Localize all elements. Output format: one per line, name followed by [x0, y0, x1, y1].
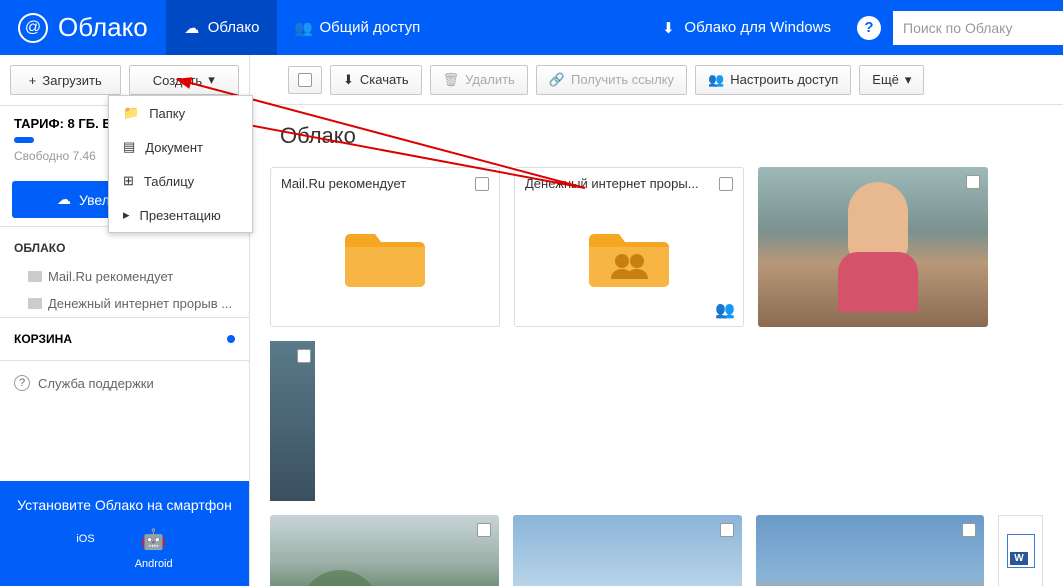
folder-card-money[interactable]: Денежный интернет проры... 👥: [514, 167, 744, 327]
card-checkbox[interactable]: [962, 523, 976, 537]
select-all-checkbox[interactable]: [288, 66, 322, 94]
download-label: Облако для Windows: [684, 19, 831, 36]
photo-thumbnail[interactable]: [270, 515, 499, 586]
tab-cloud[interactable]: ☁ Облако: [166, 0, 278, 55]
people-icon: 👥: [708, 72, 724, 88]
caret-down-icon: ▾: [905, 72, 912, 88]
breadcrumb: Облако: [250, 105, 1063, 167]
cloud-icon: ☁: [57, 191, 71, 208]
android-label: Android: [135, 558, 173, 570]
people-icon: 👥: [295, 20, 311, 36]
presentation-icon: ▸: [123, 207, 130, 223]
promo-title: Установите Облако на смартфон: [16, 497, 233, 513]
support-link[interactable]: ? Служба поддержки: [0, 360, 249, 405]
main-toolbar: ⬇ Скачать 🗑 Удалить 🔗 Получить ссылку 👥 Наст…: [270, 55, 1063, 105]
shared-badge-icon: 👥: [715, 300, 735, 320]
configure-access-button[interactable]: 👥 Настроить доступ: [695, 65, 851, 95]
dd-label: Презентацию: [140, 208, 221, 223]
caret-down-icon: ▾: [208, 72, 215, 88]
create-presentation-item[interactable]: ▸ Презентацию: [109, 198, 252, 232]
card-title: Денежный интернет проры...: [525, 176, 699, 191]
card-checkbox[interactable]: [297, 349, 311, 363]
question-circle-icon: ?: [14, 375, 30, 391]
tab-shared[interactable]: 👥 Общий доступ: [277, 0, 438, 55]
folder-icon: [28, 271, 42, 282]
photo-thumbnail[interactable]: [756, 515, 985, 586]
photo-thumbnail[interactable]: [513, 515, 742, 586]
btn-label: Ещё: [872, 72, 899, 87]
download-icon: ⬇: [343, 72, 354, 88]
create-button[interactable]: Создать ▾: [129, 65, 240, 95]
cloud-icon: ☁: [184, 20, 200, 36]
create-dropdown: 📁 Папку ▤ Документ ⊞ Таблицу ▸ Презентацию: [108, 95, 253, 233]
folder-icon: 📁: [123, 105, 139, 121]
shared-folder-icon: [589, 219, 669, 289]
folder-icon: [345, 219, 425, 289]
download-windows-link[interactable]: ⬇ Облако для Windows: [646, 19, 845, 36]
android-icon: 🤖: [141, 527, 166, 552]
photo-thumbnail[interactable]: [758, 167, 988, 327]
ios-label: iOS: [76, 533, 94, 545]
photo-thumbnail-partial[interactable]: [270, 341, 315, 501]
card-checkbox[interactable]: [966, 175, 980, 189]
card-checkbox[interactable]: [477, 523, 491, 537]
help-icon[interactable]: ?: [857, 16, 881, 40]
card-title: Mail.Ru рекомендует: [281, 176, 406, 191]
tree-label: Mail.Ru рекомендует: [48, 269, 173, 284]
card-checkbox[interactable]: [475, 177, 489, 191]
support-label: Служба поддержки: [38, 376, 154, 391]
search-placeholder: Поиск по Облаку: [903, 20, 1012, 36]
btn-label: Скачать: [360, 72, 409, 87]
logo[interactable]: @ Облако: [0, 12, 166, 43]
card-checkbox[interactable]: [720, 523, 734, 537]
brand-text: Облако: [58, 12, 148, 43]
table-icon: ⊞: [123, 173, 134, 189]
mobile-promo: Установите Облако на смартфон iOS 🤖 Andr…: [0, 481, 249, 586]
download-button[interactable]: ⬇ Скачать: [330, 65, 422, 95]
folder-icon: [28, 298, 42, 309]
storage-progress: [14, 137, 34, 143]
create-table-item[interactable]: ⊞ Таблицу: [109, 164, 252, 198]
dd-label: Папку: [149, 106, 185, 121]
create-label: Создать: [153, 73, 202, 88]
trash-icon: 🗑: [443, 72, 460, 88]
upload-label: Загрузить: [42, 73, 101, 88]
nav-tabs: ☁ Облако 👥 Общий доступ: [166, 0, 439, 55]
document-thumbnail-partial[interactable]: [998, 515, 1043, 586]
download-icon: ⬇: [660, 20, 676, 36]
document-icon: ▤: [123, 139, 135, 155]
more-button[interactable]: Ещё ▾: [859, 65, 924, 95]
tree-item-recommend[interactable]: Mail.Ru рекомендует: [0, 263, 249, 290]
create-folder-item[interactable]: 📁 Папку: [109, 96, 252, 130]
word-doc-icon: [1007, 534, 1035, 568]
ios-link[interactable]: iOS: [76, 527, 94, 570]
btn-label: Получить ссылку: [571, 72, 674, 87]
tab-shared-label: Общий доступ: [319, 19, 420, 36]
link-icon: 🔗: [549, 72, 565, 88]
plus-icon: +: [29, 73, 37, 88]
section-trash[interactable]: КОРЗИНА: [0, 317, 249, 360]
btn-label: Настроить доступ: [730, 72, 838, 87]
btn-label: Удалить: [465, 72, 515, 87]
upload-button[interactable]: + Загрузить: [10, 65, 121, 95]
get-link-button[interactable]: 🔗 Получить ссылку: [536, 65, 687, 95]
tree-label: Денежный интернет прорыв ...: [48, 296, 232, 311]
folder-card-recommend[interactable]: Mail.Ru рекомендует: [270, 167, 500, 327]
card-checkbox[interactable]: [719, 177, 733, 191]
dd-label: Документ: [145, 140, 203, 155]
main-content: ⬇ Скачать 🗑 Удалить 🔗 Получить ссылку 👥 Наст…: [250, 55, 1063, 586]
dd-label: Таблицу: [144, 174, 194, 189]
search-input[interactable]: Поиск по Облаку: [893, 11, 1063, 45]
create-document-item[interactable]: ▤ Документ: [109, 130, 252, 164]
tab-cloud-label: Облако: [208, 19, 260, 36]
delete-button[interactable]: 🗑 Удалить: [430, 65, 528, 95]
android-link[interactable]: 🤖 Android: [135, 527, 173, 570]
trash-label: КОРЗИНА: [14, 332, 72, 346]
notification-dot-icon: [227, 335, 235, 343]
mail-at-icon: @: [18, 13, 48, 43]
top-bar: @ Облако ☁ Облако 👥 Общий доступ ⬇ Облак…: [0, 0, 1063, 55]
tree-item-money[interactable]: Денежный интернет прорыв ...: [0, 290, 249, 317]
